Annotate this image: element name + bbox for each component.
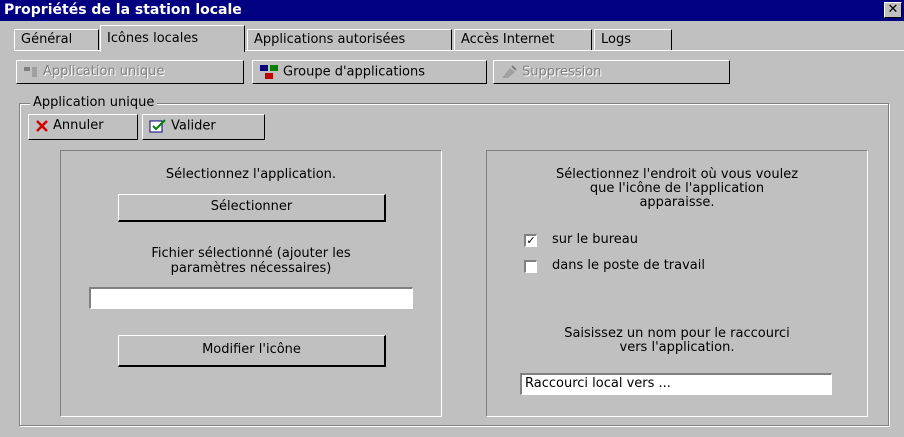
application-unique-label: Application unique <box>43 64 165 79</box>
close-button[interactable]: ✕ <box>884 2 902 18</box>
group-legend: Application unique <box>30 95 158 110</box>
tab-applications-autorisees[interactable]: Applications autorisées <box>247 29 452 50</box>
file-label-line1: Fichier sélectionné (ajouter les <box>151 246 351 261</box>
title-bar: Propriétés de la station locale ✕ <box>0 0 904 21</box>
modifier-icone-button[interactable]: Modifier l'icône <box>118 335 386 367</box>
window-title: Propriétés de la station locale <box>4 2 242 18</box>
location-prompt-line2: que l'icône de l'application <box>589 181 765 196</box>
file-label-line2: paramètres nécessaires) <box>170 261 332 276</box>
selectionner-button[interactable]: Sélectionner <box>118 194 386 222</box>
application-unique-button[interactable]: Application unique <box>16 60 244 84</box>
left-panel <box>60 150 442 417</box>
sur-le-bureau-label: sur le bureau <box>552 232 638 247</box>
suppression-button[interactable]: Suppression <box>493 60 730 84</box>
groupe-applications-label: Groupe d'applications <box>283 64 426 80</box>
valider-button[interactable]: Valider <box>142 114 265 140</box>
application-icon <box>24 66 37 77</box>
validate-icon <box>149 119 166 133</box>
eraser-icon <box>502 65 517 78</box>
sur-le-bureau-checkbox[interactable]: ✓ <box>524 234 537 247</box>
tab-logs[interactable]: Logs <box>594 29 672 50</box>
cancel-x-icon <box>36 119 48 132</box>
selected-file-input[interactable] <box>89 287 413 309</box>
poste-de-travail-checkbox[interactable] <box>524 260 537 273</box>
shortcut-prompt-line2: vers l'application. <box>619 340 735 355</box>
shortcut-prompt-line1: Saisissez un nom pour le raccourci <box>564 326 790 341</box>
location-prompt-line1: Sélectionnez l'endroit où vous voulez <box>555 167 799 182</box>
groupe-applications-button[interactable]: Groupe d'applications <box>252 60 487 84</box>
location-prompt-line3: apparaisse. <box>639 195 715 210</box>
shortcut-name-input[interactable]: Raccourci local vers ... <box>520 373 832 395</box>
checkmark-icon: ✓ <box>526 234 536 247</box>
group-applications-icon <box>260 65 278 79</box>
annuler-label: Annuler <box>53 118 104 133</box>
annuler-button[interactable]: Annuler <box>28 114 138 140</box>
select-prompt: Sélectionnez l'application. <box>165 167 337 182</box>
suppression-label: Suppression <box>522 64 602 80</box>
tab-icones-locales[interactable]: Icônes locales <box>100 25 245 52</box>
tab-acces-internet[interactable]: Accès Internet <box>454 29 592 50</box>
tab-general[interactable]: Général <box>14 29 99 50</box>
poste-de-travail-label: dans le poste de travail <box>552 258 705 273</box>
valider-label: Valider <box>171 118 216 134</box>
